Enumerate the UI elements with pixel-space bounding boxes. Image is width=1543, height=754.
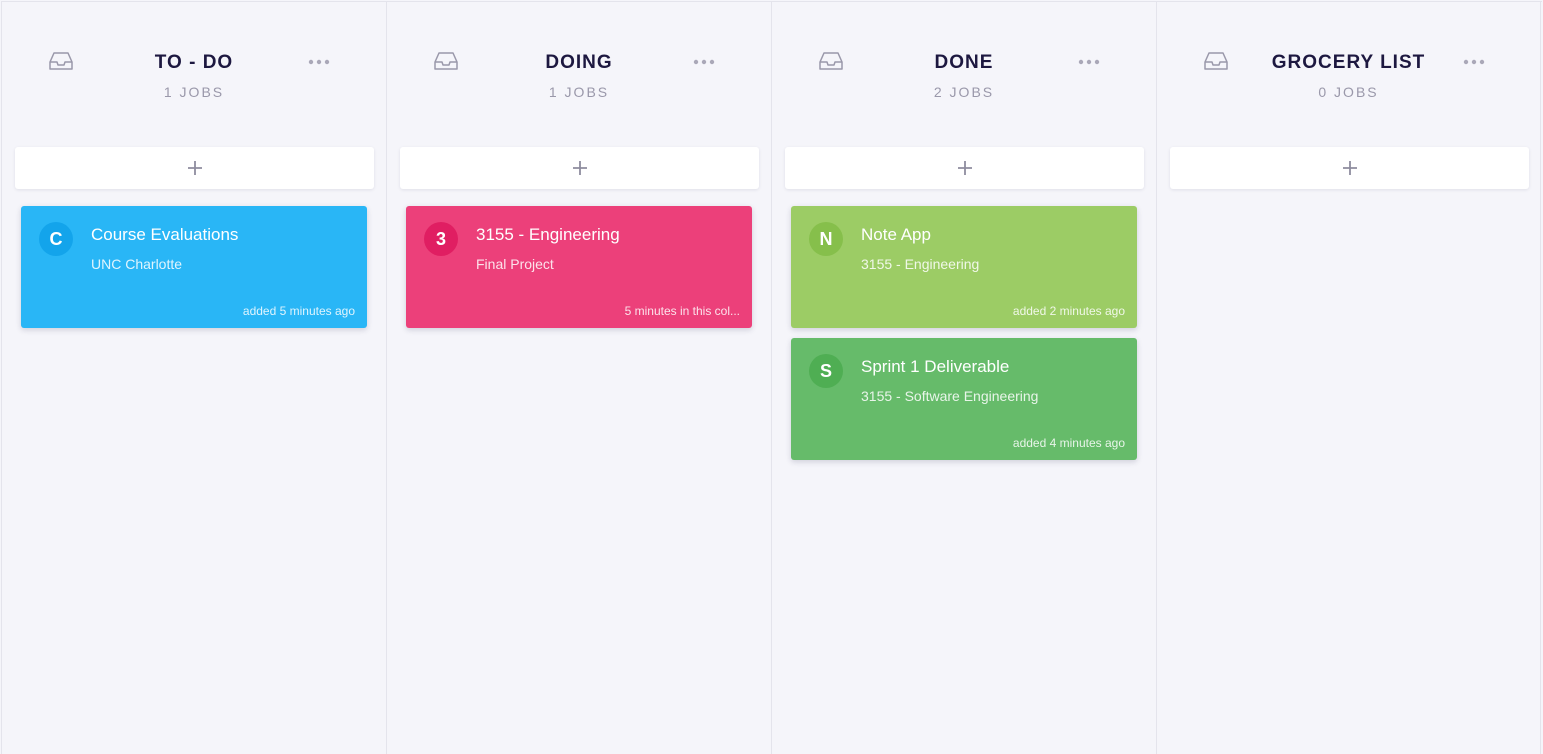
column-todo: TO - DO 1 JOBS C Course Evaluations UNC … [1,2,386,754]
card-avatar: N [809,222,843,256]
job-card[interactable]: C Course Evaluations UNC Charlotte added… [21,206,367,328]
card-timestamp: added 2 minutes ago [1012,304,1125,318]
column-job-count: 0 JOBS [1318,84,1379,100]
more-horizontal-icon[interactable] [693,59,715,65]
card-timestamp: added 4 minutes ago [1012,436,1125,450]
column-done: DONE 2 JOBS N Note App 3155 - Engineerin… [771,2,1156,754]
kanban-board: TO - DO 1 JOBS C Course Evaluations UNC … [1,1,1542,754]
plus-icon [1342,161,1357,175]
add-card-button[interactable] [400,147,759,189]
card-avatar: 3 [424,222,458,256]
plus-icon [187,161,202,175]
card-subtitle: 3155 - Software Engineering [861,388,1039,404]
card-title: Note App [861,225,931,244]
card-subtitle: 3155 - Engineering [861,256,980,272]
add-card-button[interactable] [1170,147,1529,189]
card-timestamp: added 5 minutes ago [242,304,355,318]
column-grocery-list: GROCERY LIST 0 JOBS [1156,2,1541,754]
card-title: Sprint 1 Deliverable [861,357,1010,376]
column-job-count: 1 JOBS [163,84,225,100]
more-horizontal-icon[interactable] [1078,59,1100,65]
card-title: 3155 - Engineering [476,225,620,244]
add-card-button[interactable] [15,147,374,189]
card-subtitle: Final Project [476,256,554,272]
card-subtitle: UNC Charlotte [91,256,183,272]
column-doing: DOING 1 JOBS 3 3155 - Engineering Final … [386,2,771,754]
column-job-count: 1 JOBS [548,84,610,100]
card-title: Course Evaluations [91,225,239,244]
plus-icon [957,161,972,175]
job-card[interactable]: S Sprint 1 Deliverable 3155 - Software E… [791,338,1137,460]
card-timestamp: 5 minutes in this col... [624,304,740,318]
column-header: DONE 2 JOBS [772,2,1156,122]
add-card-button[interactable] [785,147,1144,189]
card-avatar: C [39,222,73,256]
column-header: TO - DO 1 JOBS [2,2,386,122]
more-horizontal-icon[interactable] [308,59,330,65]
column-job-count: 2 JOBS [933,84,995,100]
job-card[interactable]: N Note App 3155 - Engineering added 2 mi… [791,206,1137,328]
column-header: DOING 1 JOBS [387,2,771,122]
column-header: GROCERY LIST 0 JOBS [1157,2,1540,122]
job-card[interactable]: 3 3155 - Engineering Final Project 5 min… [406,206,752,328]
card-avatar: S [809,354,843,388]
plus-icon [572,161,587,175]
more-horizontal-icon[interactable] [1463,59,1485,65]
